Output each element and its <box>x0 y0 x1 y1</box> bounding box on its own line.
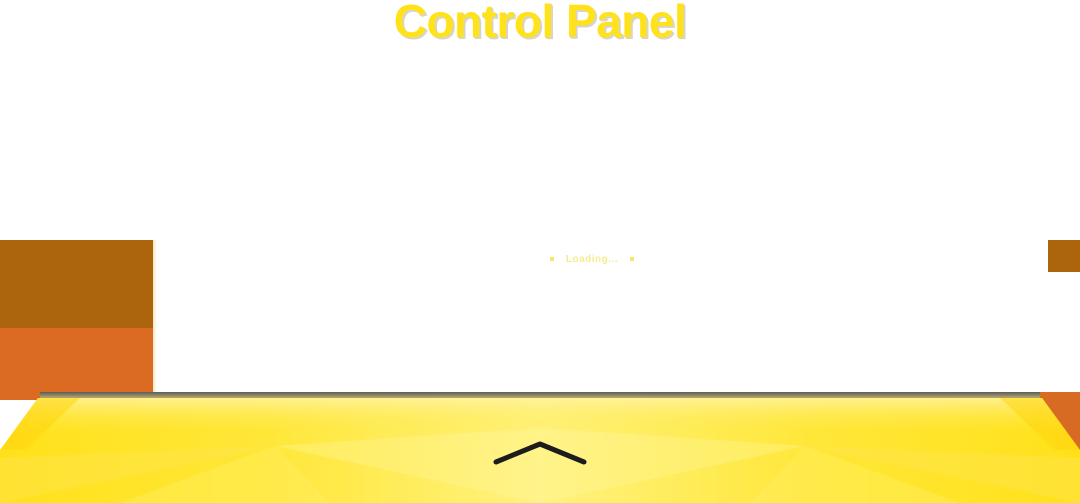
right-panel-block <box>1048 240 1080 272</box>
status-dot-left <box>549 257 554 261</box>
status-indicator: Loading... <box>518 251 666 267</box>
left-panel-bottom <box>0 328 153 400</box>
status-text: Loading... <box>565 253 619 265</box>
left-panel-top <box>0 240 153 328</box>
left-panel-edge <box>153 240 157 400</box>
chevron-up-icon[interactable] <box>490 436 590 470</box>
page-title: Control Panel <box>393 0 687 47</box>
left-panel <box>0 240 157 400</box>
status-dot-right <box>630 257 635 261</box>
